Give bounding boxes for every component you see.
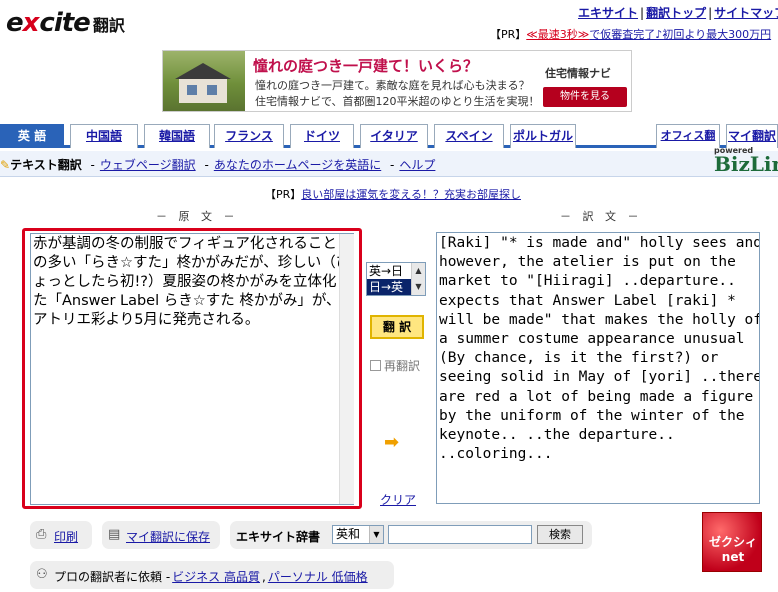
direction-scrollbar[interactable]: ▲ ▼	[411, 263, 425, 295]
search-button[interactable]: 検索	[537, 525, 583, 544]
retranslate-checkbox[interactable]: 再翻訳	[370, 357, 420, 374]
tab-office-translate[interactable]: オフィス翻訳	[656, 124, 720, 164]
banner-button[interactable]: 物件を見る	[543, 87, 627, 107]
logo-x: x	[22, 8, 40, 38]
tab-my-translate[interactable]: マイ翻訳	[726, 124, 778, 148]
sub-nav: ✎テキスト翻訳 - ウェブページ翻訳 - あなたのホームページを英語に - ヘルプ	[0, 151, 778, 177]
logo-cite: cite	[39, 8, 90, 38]
tab-italian[interactable]: イタリア	[360, 124, 428, 148]
tab-german[interactable]: ドイツ	[290, 124, 354, 148]
scroll-up-icon[interactable]: ▲	[412, 263, 425, 279]
pro-business-link[interactable]: ビジネス 高品質	[172, 570, 260, 584]
save-label[interactable]: マイ翻訳に保存	[126, 528, 210, 545]
bizlink-logo[interactable]: BizLink	[714, 152, 778, 176]
tab-korean[interactable]: 韓国語	[144, 124, 210, 148]
top-link-excite[interactable]: エキサイト	[578, 6, 638, 20]
pencil-icon: ✎	[0, 158, 11, 172]
house-image	[163, 51, 245, 111]
print-label[interactable]: 印刷	[54, 528, 78, 545]
dictionary-search: エキサイト辞書 英和 ▼ 検索	[230, 521, 592, 549]
pr2-prefix: 【PR】	[265, 188, 302, 201]
chevron-down-icon[interactable]: ▼	[369, 526, 383, 543]
dictionary-select[interactable]: 英和 ▼	[332, 525, 384, 544]
scroll-down-icon[interactable]: ▼	[412, 279, 425, 295]
save-my-translate-button[interactable]: ▤ マイ翻訳に保存	[102, 521, 220, 549]
dictionary-label: エキサイト辞書	[236, 530, 321, 544]
pro-text: プロの翻訳者に依頼 - ビジネス 高品質, パーソナル 低価格	[54, 568, 370, 585]
target-textarea[interactable]: [Raki] "* is made and" holly sees and, h…	[436, 232, 760, 504]
save-icon: ▤	[108, 527, 121, 542]
subnav-homepage-english[interactable]: あなたのホームページを英語に	[214, 158, 381, 172]
pr-link[interactable]: で仮審査完了♪初回より最大300万円	[589, 28, 771, 41]
checkbox-icon[interactable]	[370, 360, 381, 371]
zexy-ad-label: ゼクシィnet	[708, 535, 757, 564]
tab-french[interactable]: フランス	[214, 124, 284, 148]
print-button[interactable]: ⎙ 印刷	[30, 521, 92, 549]
source-column-label: － 原 文 －	[156, 210, 239, 223]
logo-e: e	[6, 8, 24, 38]
clear-link[interactable]: クリア	[380, 491, 416, 508]
subnav-web-translate[interactable]: ウェブページ翻訳	[100, 158, 196, 172]
logo-suffix: 翻訳	[92, 16, 125, 35]
banner-brand: 住宅情報ナビ	[545, 67, 611, 80]
zexy-ad[interactable]: ゼクシィnet	[702, 512, 762, 572]
dictionary-select-value: 英和	[336, 527, 361, 541]
pro-translator-bar: ⚇ プロの翻訳者に依頼 - ビジネス 高品質, パーソナル 低価格	[30, 561, 394, 589]
tab-portuguese[interactable]: ポルトガル	[510, 124, 576, 148]
language-tabs: 英 語 中国語 韓国語 フランス ドイツ イタリア スペイン ポルトガル オフィ…	[0, 120, 778, 164]
banner-line2: 住宅情報ナビで、首都圏120平米超のゆとり生活を実現！	[255, 95, 540, 108]
source-textarea[interactable]: 赤が基調の冬の制服でフィギュア化されることの多い「らき☆すた」柊かがみだが、珍し…	[30, 233, 354, 505]
tab-spanish[interactable]: スペイン	[434, 124, 504, 148]
target-column-label: － 訳 文 －	[560, 210, 643, 223]
translate-button[interactable]: 翻 訳	[370, 315, 424, 339]
top-link-sitemap[interactable]: サイトマップ	[714, 6, 778, 20]
banner-headline: 憧れの庭つき一戸建て！いくら？	[253, 57, 479, 75]
dictionary-input[interactable]	[388, 525, 532, 544]
pr-red-link[interactable]: ≪最速3秒≫	[526, 28, 589, 41]
top-links: エキサイト|翻訳トップ|サイトマップ	[578, 4, 778, 21]
people-icon: ⚇	[36, 567, 48, 582]
direction-option-ja-en[interactable]: 日→英	[367, 279, 411, 295]
pro-prefix: プロの翻訳者に依頼 -	[54, 570, 171, 584]
banner-line1: 憧れの庭つき一戸建て。素敵な庭を見れば心も決まる？	[255, 79, 530, 92]
pr-prefix: 【PR】	[490, 28, 527, 41]
pro-personal-link[interactable]: パーソナル 低価格	[268, 570, 368, 584]
excite-logo[interactable]: e x cite 翻訳	[6, 8, 125, 38]
subnav-current: テキスト翻訳	[10, 158, 82, 172]
pr2-line: 【PR】良い部屋は運気を変える！？充実お部屋探し	[265, 186, 521, 202]
arrow-right-icon: ➡	[384, 432, 400, 453]
subnav-help[interactable]: ヘルプ	[399, 158, 435, 172]
printer-icon: ⎙	[36, 527, 47, 542]
pr2-link[interactable]: 良い部屋は運気を変える！？充実お部屋探し	[301, 188, 521, 201]
retranslate-label: 再翻訳	[384, 359, 421, 373]
tab-chinese[interactable]: 中国語	[70, 124, 138, 148]
banner-ad[interactable]: 憧れの庭つき一戸建て！いくら？ 憧れの庭つき一戸建て。素敵な庭を見れば心も決まる…	[162, 50, 632, 112]
source-scrollbar[interactable]	[339, 234, 354, 504]
top-link-translate-top[interactable]: 翻訳トップ	[646, 6, 706, 20]
direction-option-en-ja[interactable]: 英→日	[367, 263, 411, 279]
pro-sep: ,	[261, 570, 266, 584]
direction-list[interactable]: 英→日 日→英 ▲ ▼	[366, 262, 426, 296]
tab-english[interactable]: 英 語	[0, 124, 64, 148]
pr-line: 【PR】≪最速3秒≫で仮審査完了♪初回より最大300万円	[490, 26, 771, 42]
